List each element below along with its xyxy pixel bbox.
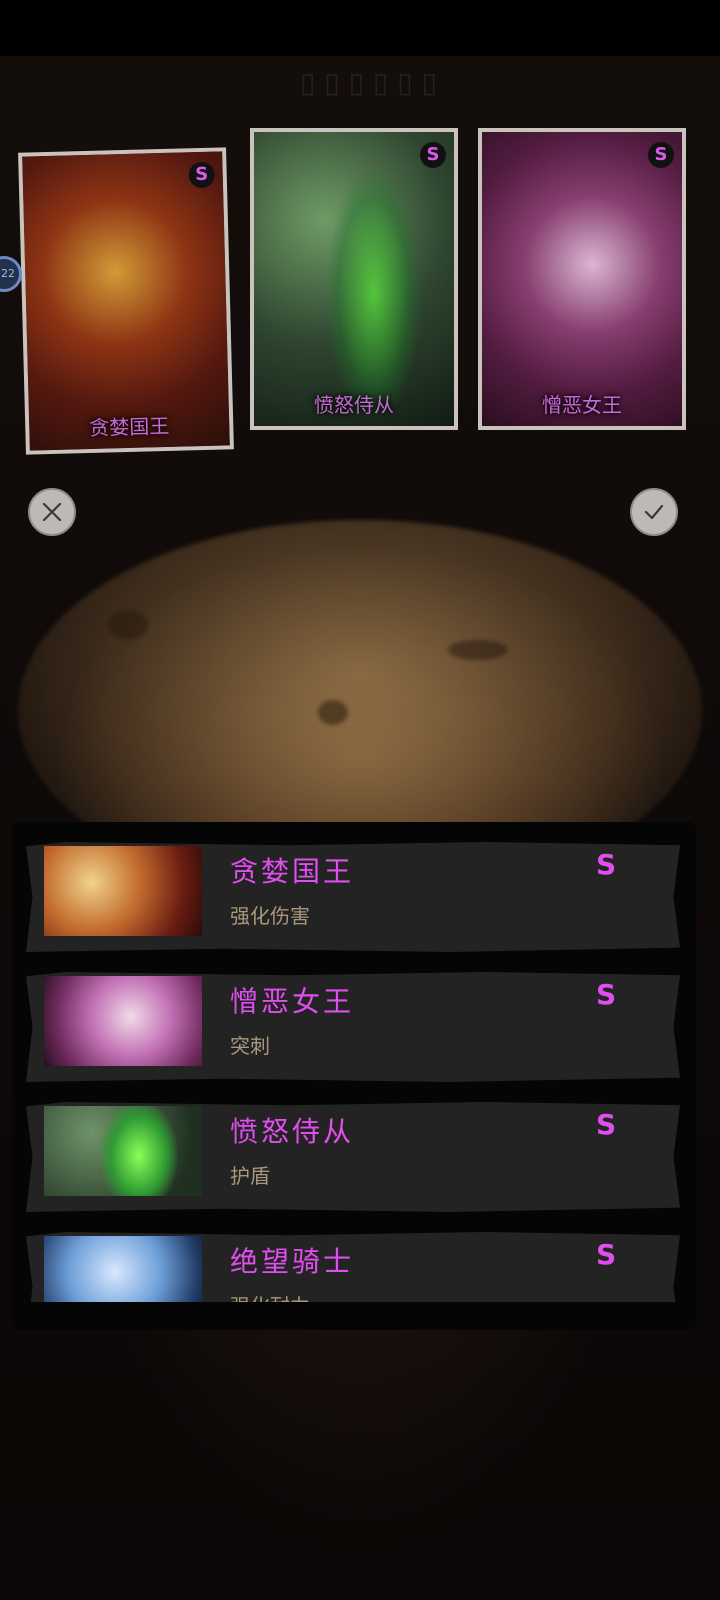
card-thumbnail	[44, 846, 202, 936]
card-name: 贪婪国王	[88, 413, 170, 440]
item-rank: S	[596, 978, 617, 1011]
card-art	[482, 132, 682, 426]
item-effect: 强化伤害	[230, 904, 310, 928]
card-thumbnail	[44, 1236, 202, 1302]
status-bar	[0, 0, 720, 56]
faded-header-stats: ▯ ▯ ▯ ▯ ▯ ▯	[300, 66, 437, 99]
selected-card-3[interactable]: S 憎恶女王	[478, 128, 686, 430]
card-art	[22, 151, 230, 451]
card-name: 愤怒侍从	[314, 393, 394, 417]
item-name: 憎恶女王	[230, 985, 355, 1018]
item-rank: S	[596, 1238, 617, 1271]
item-rank: S	[596, 1108, 617, 1141]
rank-badge: S	[648, 142, 674, 168]
item-effect: 护盾	[230, 1164, 270, 1188]
item-rank: S	[596, 848, 617, 881]
close-icon	[42, 502, 62, 522]
card-thumbnail	[44, 1106, 202, 1196]
card-thumbnail	[44, 976, 202, 1066]
item-name: 愤怒侍从	[230, 1115, 355, 1148]
item-effect: 强化耐力	[230, 1290, 310, 1302]
list-item[interactable]: 憎恶女王 突刺 S	[26, 972, 680, 1082]
close-button[interactable]	[28, 488, 76, 536]
check-icon	[644, 504, 664, 520]
item-effect: 突刺	[230, 1034, 270, 1058]
item-name: 绝望骑士	[230, 1245, 355, 1278]
list-item[interactable]: 愤怒侍从 护盾 S	[26, 1102, 680, 1212]
selected-card-1[interactable]: S 贪婪国王	[18, 147, 234, 455]
confirm-button[interactable]	[630, 488, 678, 536]
card-name: 憎恶女王	[542, 393, 622, 417]
card-list[interactable]: 贪婪国王 强化伤害 S 憎恶女王 突刺 S 愤怒侍从 护盾 S 绝望骑士 强化耐…	[26, 842, 680, 1302]
item-name: 贪婪国王	[230, 855, 355, 888]
rank-badge: S	[420, 142, 446, 168]
list-item[interactable]: 贪婪国王 强化伤害 S	[26, 842, 680, 952]
list-item[interactable]: 绝望骑士 强化耐力 S	[26, 1232, 680, 1302]
card-art	[254, 132, 454, 426]
selected-card-2[interactable]: S 愤怒侍从	[250, 128, 458, 430]
